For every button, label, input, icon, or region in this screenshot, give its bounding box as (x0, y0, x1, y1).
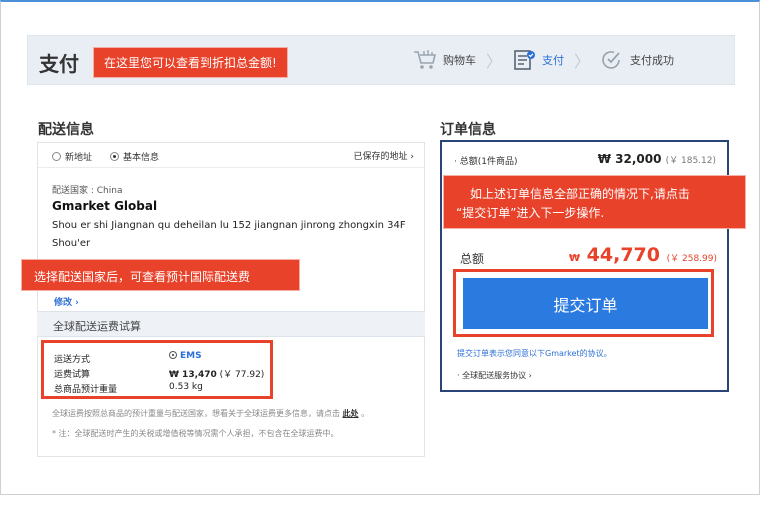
step-success-label: 支付成功 (630, 54, 674, 67)
checkout-steps: 购物车 〉 支付 〉 支付成功 (413, 48, 674, 72)
step-cart: 购物车 (413, 48, 476, 72)
shipping-method-label: 运送方式 (54, 355, 91, 365)
delivery-country: 配送国家 : China (52, 186, 123, 196)
shipping-note-end: 。 (361, 409, 370, 418)
shipping-note-text: 全球运费按照总商品的预计重量与配送国家，想看关于全球运费更多信息，请点击 (52, 409, 340, 418)
shipping-agreement-link[interactable]: · 全球配送服务协议 › (457, 370, 532, 381)
callout-line: 如上述订单信息全部正确的情况下,请点击 (470, 187, 690, 201)
shipping-fee-label: 运费试算 (54, 370, 91, 380)
shipping-fee: ₩ 13,470 (￥ 77.92) (169, 367, 264, 380)
grand-total-cny: (￥ 258.99) (666, 254, 717, 264)
step-payment-label: 支付 (541, 54, 564, 67)
order-section-title: 订单信息 (440, 122, 496, 138)
grand-total-label: 总额 (460, 252, 485, 266)
new-address-label: 新地址 (65, 153, 93, 163)
basic-info-option[interactable]: 基本信息 (110, 150, 159, 163)
shipping-method-value: EMS (180, 351, 202, 361)
subtotal-value: ₩ 32,000 (597, 152, 662, 166)
step-payment: 支付 (512, 48, 564, 72)
shipping-estimate-box: 运送方式 EMS 运费试算 ₩ 13,470 (￥ 77.92) 总商品预计重量… (41, 340, 273, 399)
recipient-name: Gmarket Global (52, 199, 158, 213)
step-cart-label: 购物车 (442, 54, 476, 67)
page-title: 支付 (39, 52, 79, 76)
shipping-calc-bar: 全球配送运费试算 (37, 311, 425, 337)
submit-order-button[interactable]: 提交订单 (463, 278, 708, 329)
grand-total-currency: ₩ (569, 253, 581, 264)
submit-instruction-callout: 如上述订单信息全部正确的情况下,请点击 “提交订单”进入下一步操作. (443, 175, 746, 229)
discount-callout: 在这里您可以查看到折扣总金额! (93, 47, 288, 78)
weight-label: 总商品预计重量 (54, 385, 118, 395)
shipping-info-link[interactable]: 此处 (343, 409, 359, 418)
step-separator: 〉 (573, 52, 590, 71)
delivery-section-title: 配送信息 (38, 122, 94, 138)
payment-header: 支付 在这里您可以查看到折扣总金额! 购物车 〉 支付 〉 支付成功 (27, 35, 735, 85)
radio-ems[interactable] (169, 351, 177, 359)
shipping-country-callout: 选择配送国家后，可查看预计国际配送费 (21, 259, 300, 291)
saved-addresses-link[interactable]: 已保存的地址 › (354, 149, 414, 162)
basic-info-label: 基本信息 (123, 153, 160, 163)
radio-new-address[interactable] (52, 152, 61, 161)
checklist-icon (512, 48, 536, 72)
grand-total-value: 44,770 (586, 244, 660, 266)
step-success: 支付成功 (600, 48, 674, 72)
shipping-method-option[interactable]: EMS (169, 351, 202, 361)
address-options: 新地址 基本信息 (52, 150, 159, 163)
check-circle-icon (600, 48, 624, 72)
divider (38, 167, 424, 168)
cart-icon (413, 48, 437, 72)
shipping-calc-title: 全球配送运费试算 (53, 320, 141, 333)
address-line: Shou'er (52, 238, 91, 249)
step-separator: 〉 (485, 52, 502, 71)
subtotal-label: · 总额(1件商品) (454, 157, 518, 167)
shipping-fee-cny: (￥ 77.92) (219, 370, 265, 380)
address-line: Shou er shi Jiangnan qu deheilan lu 152 … (52, 220, 406, 231)
shipping-note: 全球运费按照总商品的预计重量与配送国家，想看关于全球运费更多信息，请点击 此处 … (52, 408, 369, 419)
weight-value: 0.53 kg (169, 382, 203, 392)
tax-note: * 注：全球配送时产生的关税或增值税等情况需个人承担，不包含在全球运费中。 (52, 429, 339, 438)
new-address-option[interactable]: 新地址 (52, 150, 92, 163)
subtotal-cny: (￥ 185.12) (665, 156, 716, 166)
subtotal: ₩ 32,000 (￥ 185.12) (598, 152, 716, 166)
shipping-fee-value: ₩ 13,470 (169, 370, 217, 380)
radio-basic-info[interactable] (110, 152, 120, 161)
modify-address-link[interactable]: 修改 › (54, 295, 79, 308)
submit-highlight: 提交订单 (453, 269, 714, 337)
callout-line: “提交订单”进入下一步操作. (456, 206, 605, 220)
agreement-text: 提交订单表示您同意以下Gmarket的协议。 (457, 349, 612, 358)
grand-total: ₩ 44,770 (￥ 258.99) (569, 244, 717, 266)
